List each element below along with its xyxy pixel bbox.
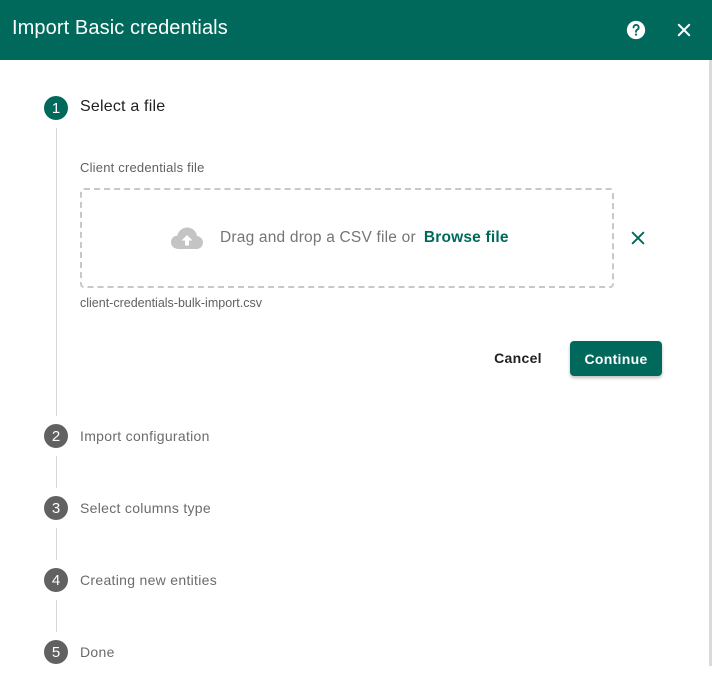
step-2-label[interactable]: Import configuration — [80, 428, 210, 444]
step-connector — [56, 528, 57, 560]
help-button[interactable] — [620, 14, 652, 46]
dialog-title: Import Basic credentials — [12, 17, 228, 39]
close-icon — [631, 231, 645, 245]
browse-file-link[interactable]: Browse file — [424, 229, 509, 247]
step-3-number[interactable]: 3 — [44, 496, 68, 520]
cancel-button[interactable]: Cancel — [480, 341, 556, 375]
file-field-label: Client credentials file — [80, 160, 205, 175]
step-5-number[interactable]: 5 — [44, 640, 68, 664]
selected-file-name: client-credentials-bulk-import.csv — [80, 296, 263, 310]
step-connector — [56, 456, 57, 488]
dropzone-text: Drag and drop a CSV file or — [220, 229, 416, 246]
step-1-label: Select a file — [80, 98, 166, 115]
file-dropzone[interactable]: Drag and drop a CSV file or Browse file — [80, 188, 614, 288]
step-connector — [56, 128, 57, 416]
step-connector — [56, 600, 57, 632]
clear-file-button[interactable] — [624, 224, 652, 252]
step-1-number: 1 — [44, 96, 68, 120]
step-5-label[interactable]: Done — [80, 644, 115, 660]
cloud-upload-icon — [171, 227, 203, 249]
step-4-number[interactable]: 4 — [44, 568, 68, 592]
close-icon — [677, 23, 691, 37]
step-3-label[interactable]: Select columns type — [80, 500, 211, 516]
step-2-number[interactable]: 2 — [44, 424, 68, 448]
help-circle-icon — [626, 20, 646, 40]
step-4-label[interactable]: Creating new entities — [80, 572, 217, 588]
continue-button[interactable]: Continue — [570, 341, 662, 376]
dialog-header: Import Basic credentials — [0, 0, 712, 60]
close-dialog-button[interactable] — [668, 14, 700, 46]
